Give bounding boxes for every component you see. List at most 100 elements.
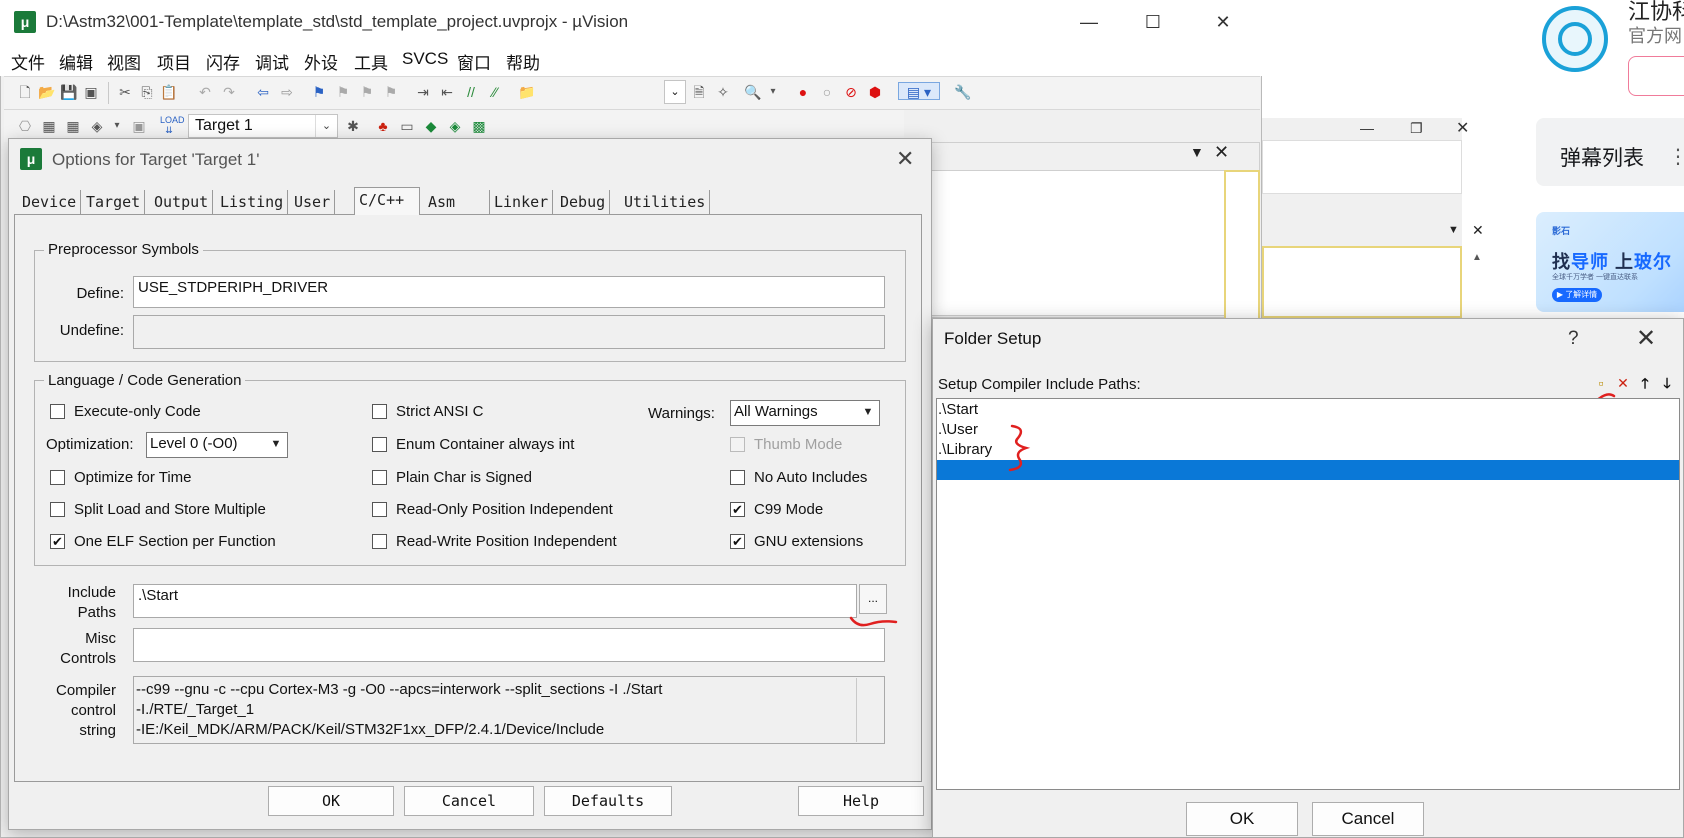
thumb-mode-checkbox[interactable] [730,437,745,452]
ok-button[interactable]: OK [268,786,394,816]
tab-utilities[interactable]: Utilities [620,190,711,214]
minimize-button[interactable]: — [1066,8,1112,36]
folder-setup-close-icon[interactable]: ✕ [1636,324,1656,353]
optimize-time-checkbox[interactable] [50,470,65,485]
indent-icon[interactable]: ⇥ [414,83,432,101]
c99-mode-checkbox[interactable]: ✔ [730,502,745,517]
download-icon[interactable]: LOAD ⇊ [160,115,185,135]
next-bookmark-icon[interactable]: ⚑ [358,83,376,101]
target-options-icon[interactable]: ✱ [344,117,362,135]
rw-position-checkbox[interactable] [372,534,387,549]
tab-c-cpp[interactable]: C/C++ [354,187,420,215]
save-icon[interactable]: 💾 [60,83,78,101]
help-button[interactable]: Help [798,786,924,816]
menu-file[interactable]: 文件 [11,49,45,74]
compiler-string-scrollbar[interactable] [856,678,884,742]
copy-icon[interactable]: ⎘ [138,83,156,101]
cut-icon[interactable]: ✂ [116,83,134,101]
close-button[interactable]: ✕ [1200,8,1246,36]
nav-back-icon[interactable]: ⇦ [254,83,272,101]
include-paths-list[interactable] [936,398,1680,790]
tab-debug[interactable]: Debug [556,190,611,214]
float-minimize-icon[interactable]: — [1360,120,1374,136]
disable-all-breakpoints-icon[interactable]: ⊘ [842,83,860,101]
float-sub-dropdown-icon[interactable]: ▼ [1448,224,1459,236]
tab-device[interactable]: Device [18,190,82,214]
open-folder-icon[interactable]: 📂 [38,83,56,101]
translate-icon[interactable]: ⎔ [16,117,34,135]
find-icon[interactable]: ✧ [714,83,732,101]
list-item[interactable]: .\User [938,420,978,440]
list-item[interactable]: .\Start [938,400,978,420]
tab-listing[interactable]: Listing [216,190,289,214]
float-close-icon[interactable]: ✕ [1456,118,1469,138]
one-elf-checkbox[interactable]: ✔ [50,534,65,549]
optimization-select[interactable]: Level 0 (-O0) ▼ [146,432,288,458]
menu-debug[interactable]: 调试 [255,49,289,74]
defaults-button[interactable]: Defaults [544,786,672,816]
nav-forward-icon[interactable]: ⇨ [278,83,296,101]
debug-dropdown-icon[interactable]: ▾ [764,83,782,101]
ro-position-checkbox[interactable] [372,502,387,517]
undo-icon[interactable]: ↶ [196,83,214,101]
warnings-select[interactable]: All Warnings ▼ [730,400,880,426]
kill-breakpoints-icon[interactable]: ⬢ [866,83,884,101]
uncomment-icon[interactable]: ⁄⁄ [486,83,504,101]
manage-rte-icon[interactable]: ◆ [422,117,440,135]
options-close-icon[interactable]: ✕ [896,146,914,172]
float-restore-icon[interactable]: ❐ [1410,120,1423,137]
undefine-input[interactable] [133,315,885,349]
stop-build-icon[interactable]: ▣ [130,117,148,135]
menu-peripherals[interactable]: 外设 [304,49,338,74]
maximize-button[interactable]: ☐ [1130,8,1176,36]
menu-flash[interactable]: 闪存 [206,49,240,74]
rebuild-icon[interactable]: ▦ [64,117,82,135]
plain-char-checkbox[interactable] [372,470,387,485]
gnu-extensions-checkbox[interactable]: ✔ [730,534,745,549]
tab-linker[interactable]: Linker [490,190,554,214]
debug-session-icon[interactable]: 🔍 [744,83,762,101]
pack-installer-icon[interactable]: ▩ [470,117,488,135]
menu-help[interactable]: 帮助 [506,49,540,74]
define-input[interactable]: USE_STDPERIPH_DRIVER [133,276,885,308]
no-auto-includes-checkbox[interactable] [730,470,745,485]
comment-icon[interactable]: // [462,83,480,101]
ad-cta-button[interactable]: ▶ 了解详情 [1552,288,1602,302]
tab-output[interactable]: Output [150,190,214,214]
configure-icon[interactable]: 🔧 [954,83,972,101]
incremental-find-icon[interactable]: 🗎 [690,83,708,101]
file-extensions-icon[interactable]: ▭ [398,117,416,135]
folder-cancel-button[interactable]: Cancel [1312,802,1424,836]
menu-tools[interactable]: 工具 [354,49,388,74]
bookmark-icon[interactable]: ⚑ [310,83,328,101]
menu-view[interactable]: 视图 [107,49,141,74]
strict-ansi-checkbox[interactable] [372,404,387,419]
tab-target[interactable]: Target [82,190,146,214]
pane-dropdown-icon[interactable]: ▼ [1190,144,1204,160]
list-item-selected[interactable] [937,460,1679,480]
prev-bookmark-icon[interactable]: ⚑ [334,83,352,101]
move-up-icon[interactable]: 🡑 [1636,374,1654,392]
move-down-icon[interactable]: 🡓 [1658,374,1676,392]
target-select[interactable]: Target 1 ⌄ [188,114,338,138]
clear-bookmarks-icon[interactable]: ⚑ [382,83,400,101]
build-icon[interactable]: ▦ [40,117,58,135]
help-icon[interactable]: ? [1568,328,1579,350]
split-load-checkbox[interactable] [50,502,65,517]
menu-project[interactable]: 项目 [157,49,191,74]
breakpoint-icon[interactable]: ● [794,83,812,101]
include-paths-browse-button[interactable]: ... [859,584,887,614]
list-item[interactable]: .\Library [938,440,992,460]
channel-logo-icon[interactable] [1542,6,1608,72]
enum-container-checkbox[interactable] [372,437,387,452]
manage-components-icon[interactable]: ♣ [374,117,392,135]
cancel-button[interactable]: Cancel [404,786,534,816]
save-all-icon[interactable]: ▣ [82,83,100,101]
follow-button[interactable] [1628,56,1684,96]
tab-asm[interactable]: Asm [424,190,490,214]
window-layout-icon[interactable]: ▤ ▾ [898,82,940,100]
tab-user[interactable]: User [290,190,336,214]
menu-edit[interactable]: 编辑 [59,49,93,74]
menu-window[interactable]: 窗口 [457,49,491,74]
float-sub-close-icon[interactable]: ✕ [1472,222,1484,239]
